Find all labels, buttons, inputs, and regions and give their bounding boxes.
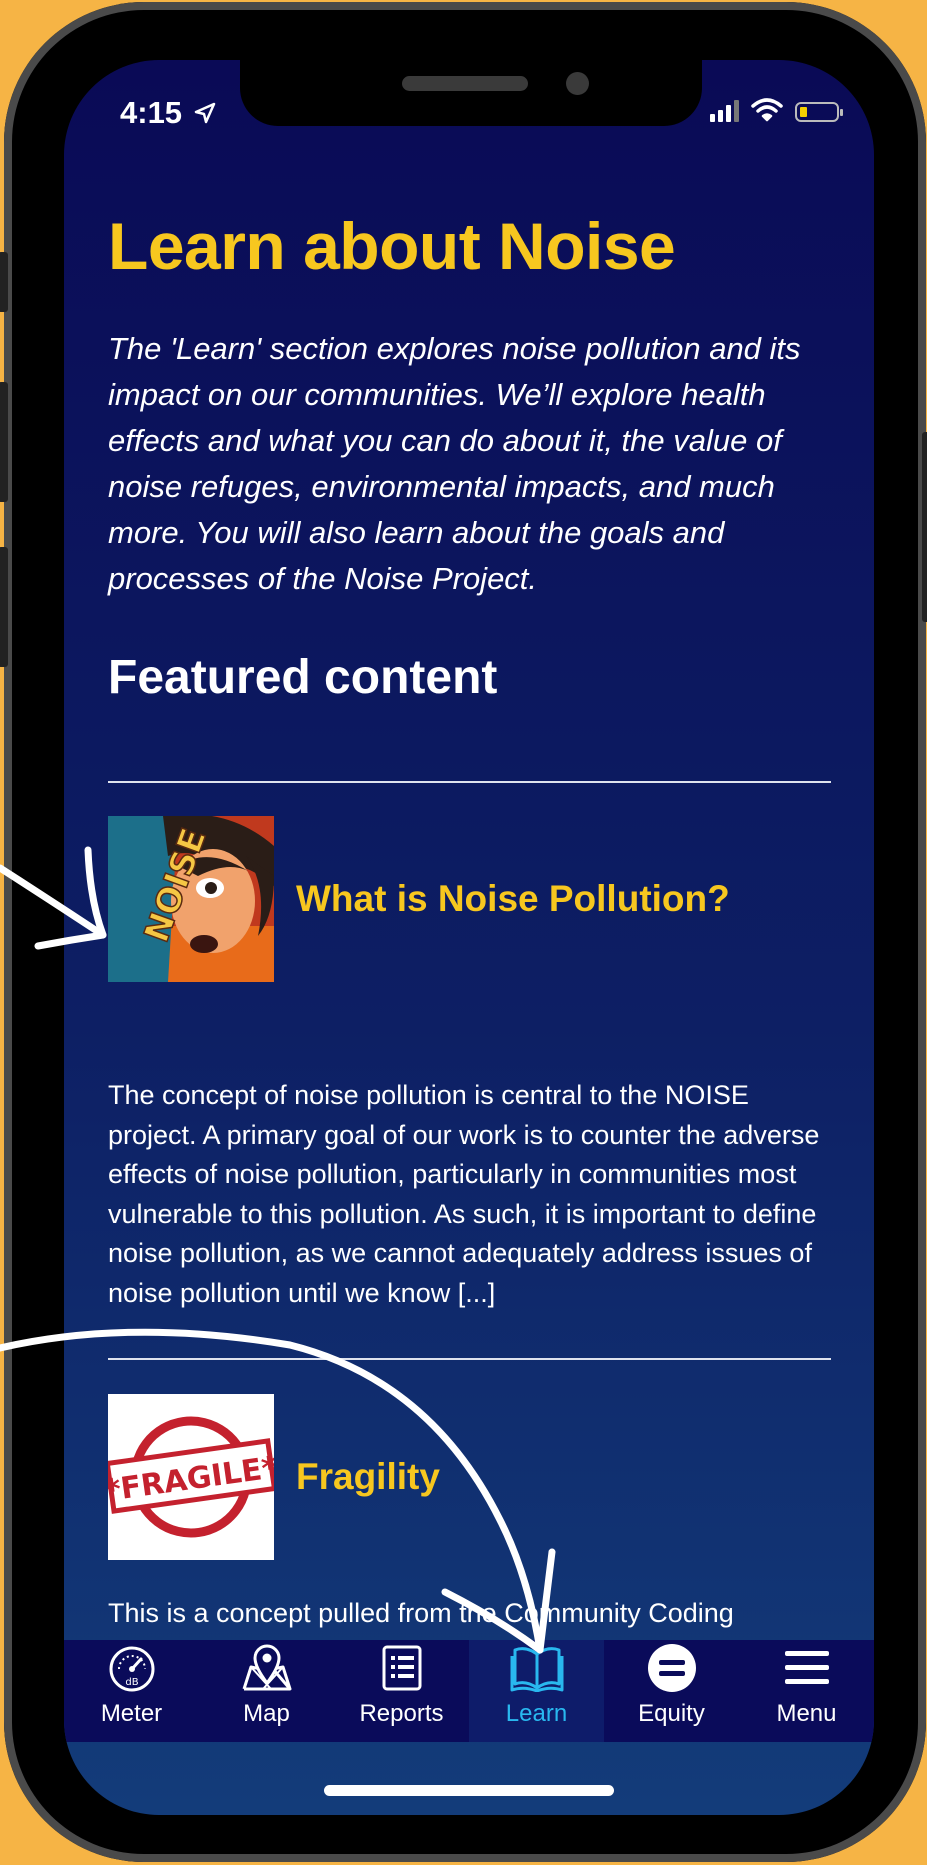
camera [566,72,589,95]
tab-learn[interactable]: Learn [469,1640,604,1742]
wifi-icon [751,98,783,122]
notch [240,60,702,126]
article-excerpt: The concept of noise pollution is centra… [108,1080,820,1308]
tab-label: Meter [100,1700,163,1727]
hamburger-icon [784,1651,829,1684]
tab-label: Map [243,1700,290,1727]
app-screen: 4:15 Learn about Noise The 'Learn' secti… [64,60,874,1815]
tab-menu[interactable]: Menu [739,1640,874,1742]
status-bar-indicators [710,98,843,122]
list-icon [382,1645,421,1691]
divider [108,781,831,783]
featured-heading: Featured content [108,651,498,704]
tab-equity[interactable]: Equity [604,1640,739,1742]
intro-text: The 'Learn' section explores noise pollu… [108,331,801,596]
phone-frame: 4:15 Learn about Noise The 'Learn' secti… [0,2,927,1862]
home-indicator [324,1785,614,1796]
article-title-link[interactable]: What is Noise Pollution? [296,878,730,920]
tab-meter[interactable]: dB Meter [64,1640,199,1742]
volume-up-button [0,382,8,502]
book-icon [510,1647,563,1692]
article-card[interactable]: NOISE What is Noise Pollution? [108,816,833,982]
fragile-stamp-image: *FRAGILE* [108,1394,274,1560]
equals-icon [647,1644,696,1692]
gauge-db-label: dB [125,1677,138,1688]
divider [108,1358,831,1360]
tab-label: Reports [359,1700,444,1727]
power-button [922,432,927,622]
fragility-thumbnail[interactable]: *FRAGILE* [108,1394,274,1560]
silent-switch [0,252,8,312]
map-pin-icon [242,1644,291,1691]
article-title-link[interactable]: Fragility [296,1456,440,1498]
article-excerpt: This is a concept pulled from the Commun… [108,1598,734,1628]
battery-icon [795,102,843,122]
article-card[interactable]: *FRAGILE* Fragility [108,1394,833,1560]
noise-art-image: NOISE [108,816,274,982]
tab-label: Equity [638,1700,705,1727]
page-title: Learn about Noise [108,209,676,283]
tab-label: Menu [776,1700,837,1727]
location-arrow-icon [194,102,215,124]
volume-down-button [0,547,8,667]
tab-reports[interactable]: Reports [334,1640,469,1742]
gauge-icon: dB [109,1646,154,1692]
bottom-tab-bar: dB Meter Map Reports Learn Equity Menu [64,1640,874,1742]
status-bar-time: 4:15 [120,95,217,131]
tab-map[interactable]: Map [199,1640,334,1742]
speaker [402,76,528,91]
status-time-text: 4:15 [120,95,183,130]
noise-pollution-thumbnail[interactable]: NOISE [108,816,274,982]
tab-label: Learn [505,1700,568,1727]
cellular-signal-icon [710,98,739,122]
